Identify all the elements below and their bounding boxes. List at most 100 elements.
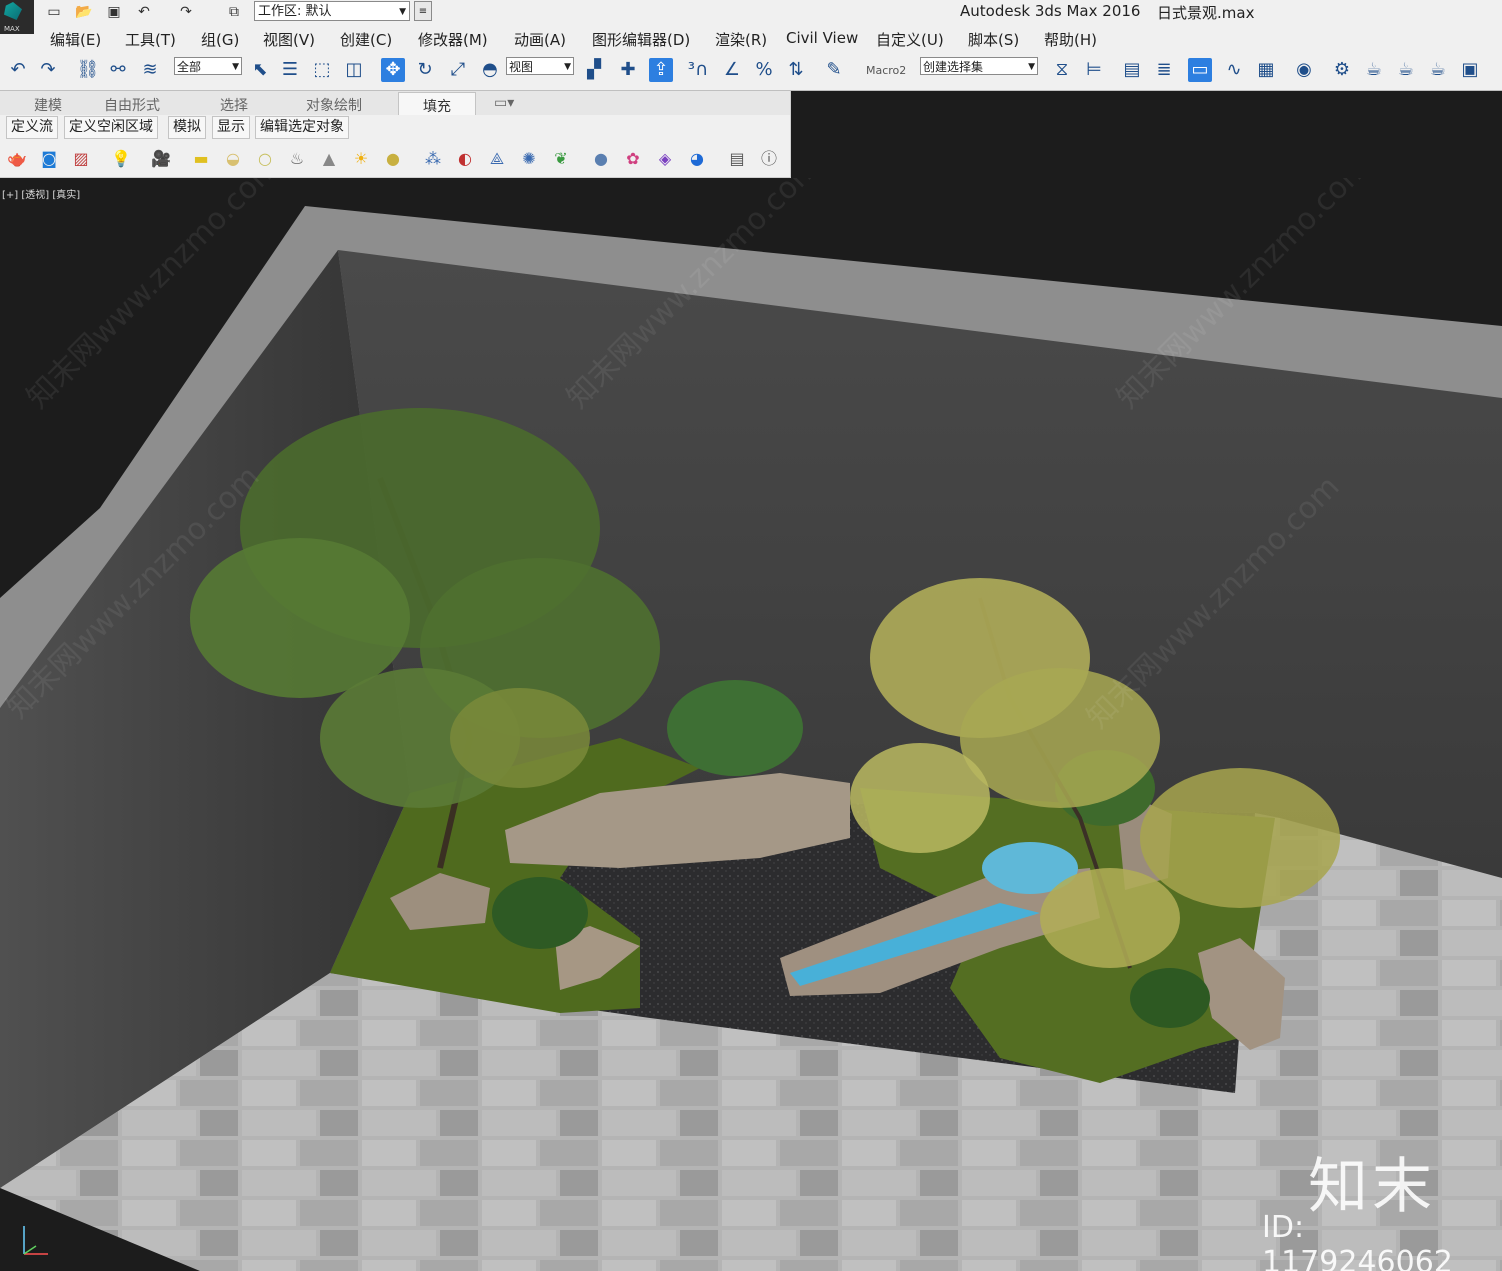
link-icon[interactable]: ⛓	[76, 58, 100, 82]
redo-icon[interactable]: ↷	[36, 58, 60, 82]
workspace-menu-button[interactable]: ≡	[414, 1, 432, 21]
tab-object-paint[interactable]: 对象绘制	[306, 95, 362, 115]
id-watermark: ID: 1179246062	[1262, 1210, 1453, 1271]
rendered-frame-icon[interactable]: ☕	[1362, 58, 1386, 82]
pivot-center-icon[interactable]: ▞	[582, 58, 606, 82]
toggle-ribbon-icon[interactable]: ▭	[1188, 58, 1212, 82]
boxwood-shrub	[667, 680, 803, 776]
menu-edit[interactable]: 编辑(E)	[50, 29, 101, 50]
unlink-icon[interactable]: ⚯	[106, 58, 130, 82]
menu-create[interactable]: 创建(C)	[340, 29, 392, 50]
tab-freeform[interactable]: 自由形式	[104, 95, 160, 115]
undo-icon[interactable]: ↶	[6, 58, 30, 82]
tab-modeling[interactable]: 建模	[34, 95, 62, 115]
menu-graph-editors[interactable]: 图形编辑器(D)	[592, 29, 690, 50]
reference-coord-select[interactable]: 视图 ▼	[506, 57, 574, 75]
new-file-icon[interactable]: ▭	[44, 3, 64, 21]
subtab-define-flows[interactable]: 定义流	[6, 116, 58, 139]
scatter-icon[interactable]: ❦	[550, 148, 572, 170]
menu-help[interactable]: 帮助(H)	[1044, 29, 1097, 50]
ribbon-options-icon[interactable]: ▭▾	[494, 95, 514, 111]
save-file-icon[interactable]: ▣	[104, 3, 124, 21]
snaps-toggle-icon[interactable]: ³∩	[686, 58, 710, 82]
open-file-icon[interactable]: 📂	[74, 3, 94, 21]
named-selection-select[interactable]: 创建选择集 ▼	[920, 57, 1038, 75]
camera-icon[interactable]: 🎥	[150, 148, 172, 170]
material-sphere-icon[interactable]: ●	[590, 148, 612, 170]
standard-primitives-icon[interactable]: ◙	[38, 148, 60, 170]
select-by-name-icon[interactable]: ☰	[278, 58, 302, 82]
subtab-simulate[interactable]: 模拟	[168, 116, 206, 139]
tab-selection[interactable]: 选择	[220, 95, 248, 115]
layers-icon[interactable]: ≣	[1152, 58, 1176, 82]
bind-space-warp-icon[interactable]: ≋	[138, 58, 162, 82]
subtab-edit-selected[interactable]: 编辑选定对象	[255, 116, 349, 139]
layer-manager-icon[interactable]: ▤	[1120, 58, 1144, 82]
spinner-snap-icon[interactable]: ⇅	[784, 58, 808, 82]
material-editor-icon[interactable]: ◉	[1292, 58, 1316, 82]
curve-editor-icon[interactable]: ∿	[1222, 58, 1246, 82]
viewport-label[interactable]: [+] [透视] [真实]	[2, 186, 80, 201]
chevron-down-icon: ▼	[1028, 62, 1035, 72]
project-folder-icon[interactable]: ⧉	[224, 3, 244, 21]
render-online-icon[interactable]: ▣	[1458, 58, 1482, 82]
render-production-icon[interactable]: ☕	[1394, 58, 1418, 82]
menu-group[interactable]: 组(G)	[201, 29, 239, 50]
spot-light-icon[interactable]: ▲	[318, 148, 340, 170]
render-iterative-icon[interactable]: ☕	[1426, 58, 1450, 82]
plane-object-icon[interactable]: ⟁	[486, 148, 508, 170]
percent-snap-icon[interactable]: %	[752, 58, 776, 82]
multi-material-icon[interactable]: ✿	[622, 148, 644, 170]
batch-render-icon[interactable]: ▤	[726, 148, 748, 170]
edit-named-selection-icon[interactable]: ✎	[822, 58, 846, 82]
dome-light-icon[interactable]: ◒	[222, 148, 244, 170]
lights-icon[interactable]: 💡	[110, 148, 132, 170]
app-logo-button[interactable]: MAX	[0, 0, 34, 34]
select-object-icon[interactable]: ⬉	[248, 58, 272, 82]
scale-icon[interactable]: ⤢	[446, 58, 470, 82]
subtab-display[interactable]: 显示	[212, 116, 250, 139]
grass-clump-left	[492, 877, 588, 949]
selection-filter-select[interactable]: 全部 ▼	[174, 57, 242, 75]
scene-render	[0, 206, 1502, 1271]
menu-tools[interactable]: 工具(T)	[125, 29, 176, 50]
move-icon[interactable]: ✥	[381, 58, 405, 82]
extended-primitives-icon[interactable]: ▨	[70, 148, 92, 170]
window-crossing-icon[interactable]: ◫	[342, 58, 366, 82]
rectangular-selection-icon[interactable]: ⬚	[310, 58, 334, 82]
help-icon[interactable]: ⓘ	[758, 148, 780, 170]
select-manipulate-icon[interactable]: ✚	[616, 58, 640, 82]
menu-scripting[interactable]: 脚本(S)	[968, 29, 1019, 50]
angle-snap-icon[interactable]: ∠	[720, 58, 744, 82]
quick-undo-icon[interactable]: ↶	[134, 3, 154, 21]
subtab-define-idle-areas[interactable]: 定义空闲区域	[64, 116, 158, 139]
perspective-viewport[interactable]: [+] [透视] [真实] 知末网www.znzmo.com 知末网www.zn…	[0, 178, 1502, 1271]
sphere-light-icon[interactable]: ○	[254, 148, 276, 170]
menu-modifiers[interactable]: 修改器(M)	[418, 29, 488, 50]
align-icon[interactable]: ⊨	[1082, 58, 1106, 82]
plane-light-icon[interactable]: ▬	[190, 148, 212, 170]
proxy-icon[interactable]: ⁂	[422, 148, 444, 170]
teapot-icon[interactable]: 🫖	[6, 148, 28, 170]
sun-light-icon[interactable]: ☀	[350, 148, 372, 170]
instancer-icon[interactable]: ✺	[518, 148, 540, 170]
menu-views[interactable]: 视图(V)	[263, 29, 315, 50]
rotate-icon[interactable]: ↻	[413, 58, 437, 82]
keyboard-shortcut-override-icon[interactable]: ⇪	[649, 58, 673, 82]
menu-civil-view[interactable]: Civil View	[786, 29, 858, 47]
schematic-view-icon[interactable]: ▦	[1254, 58, 1278, 82]
render-setup-icon[interactable]: ⚙	[1330, 58, 1354, 82]
menu-customize[interactable]: 自定义(U)	[876, 29, 944, 50]
mesh-light-icon[interactable]: ●	[382, 148, 404, 170]
ies-light-icon[interactable]: ♨	[286, 148, 308, 170]
quick-redo-icon[interactable]: ↷	[176, 3, 196, 21]
chevron-down-icon: ▼	[232, 62, 239, 72]
place-icon[interactable]: ◓	[478, 58, 502, 82]
menu-rendering[interactable]: 渲染(R)	[715, 29, 767, 50]
render-element-icon[interactable]: ◕	[686, 148, 708, 170]
mirror-icon[interactable]: ⧖	[1050, 58, 1074, 82]
material-browser-icon[interactable]: ◈	[654, 148, 676, 170]
workspace-select[interactable]: 工作区: 默认 ▼	[254, 1, 410, 21]
menu-animation[interactable]: 动画(A)	[514, 29, 566, 50]
fur-icon[interactable]: ◐	[454, 148, 476, 170]
